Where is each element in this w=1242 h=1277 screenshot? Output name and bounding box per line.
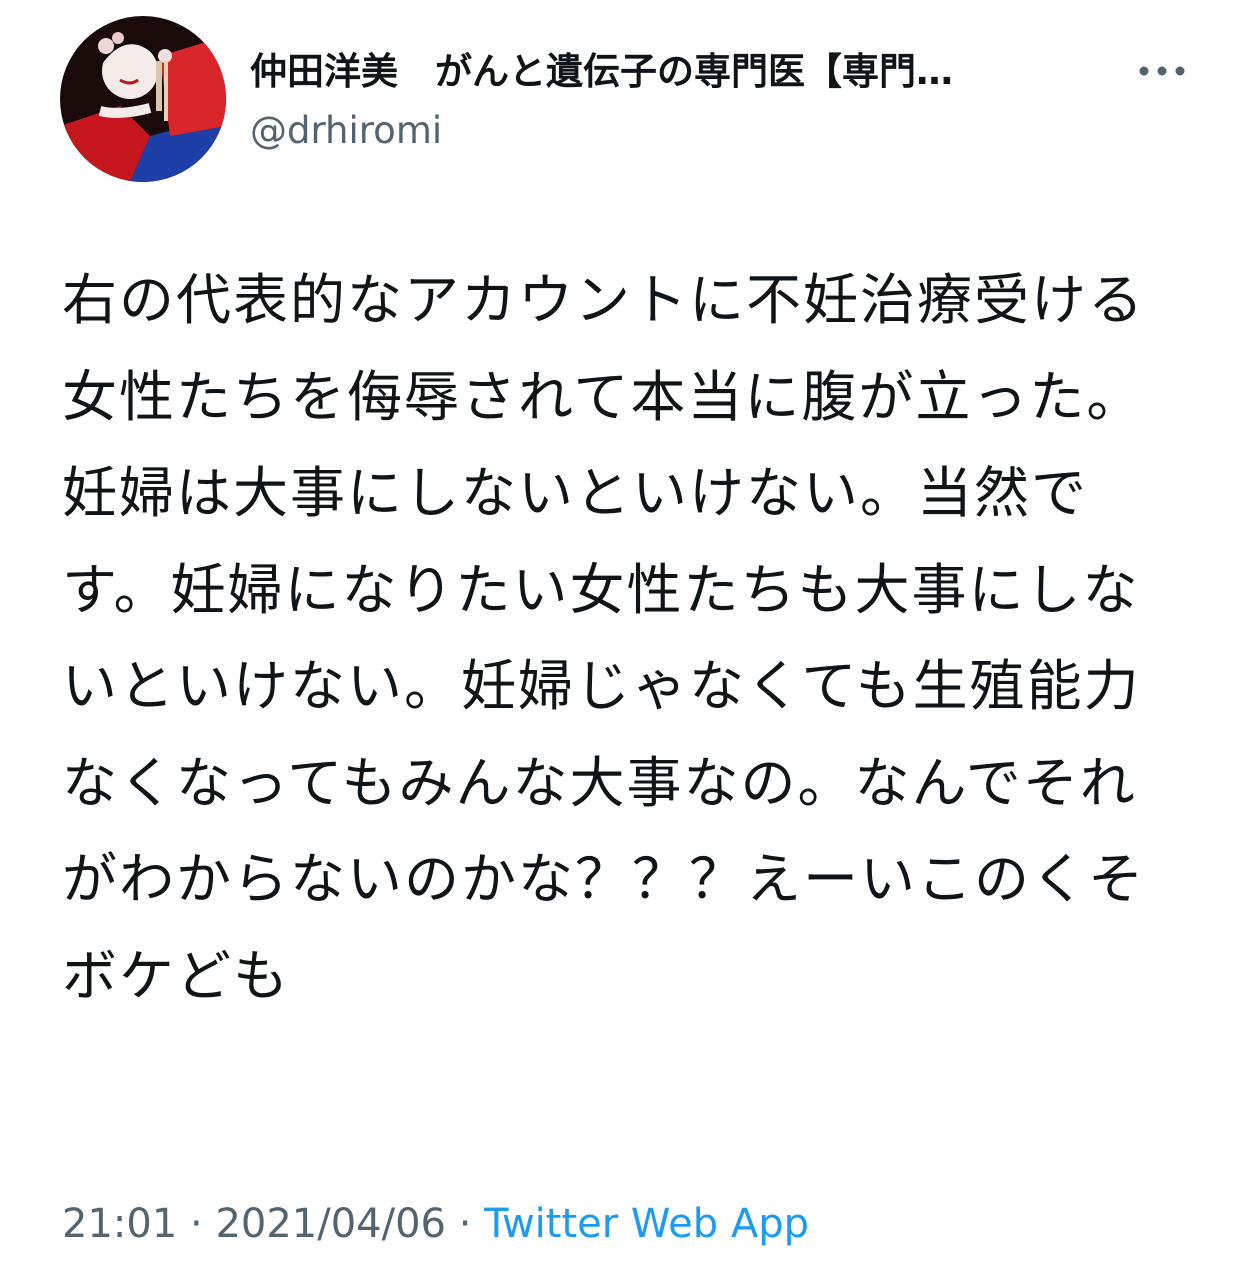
- tweet-text: 右の代表的なアカウントに不妊治療受ける女性たちを侮辱されて本当に腹が立った。 妊…: [62, 268, 1146, 1008]
- tweet-source-link[interactable]: Twitter Web App: [484, 1201, 809, 1247]
- user-handle[interactable]: @drhiromi: [250, 104, 442, 158]
- meta-separator: ·: [190, 1201, 203, 1247]
- tweet-meta: 21:01 · 2021/04/06 · Twitter Web App: [62, 1196, 809, 1252]
- meta-separator-2: ·: [458, 1201, 472, 1247]
- tweet-time[interactable]: 21:01: [62, 1201, 177, 1247]
- more-dots: [1139, 66, 1185, 76]
- tweet-header: 仲田洋美 がんと遺伝子の専門医【専門… @drhiromi: [60, 16, 1190, 186]
- avatar[interactable]: [60, 16, 226, 182]
- tweet-date[interactable]: 2021/04/06: [215, 1201, 446, 1247]
- tweet: 仲田洋美 がんと遺伝子の専門医【専門… @drhiromi 右の代表的なアカウン…: [0, 0, 1242, 1277]
- avatar-image: [60, 16, 226, 182]
- more-horizontal-icon[interactable]: [1132, 56, 1192, 86]
- display-name[interactable]: 仲田洋美 がんと遺伝子の専門医【専門…: [250, 40, 1120, 104]
